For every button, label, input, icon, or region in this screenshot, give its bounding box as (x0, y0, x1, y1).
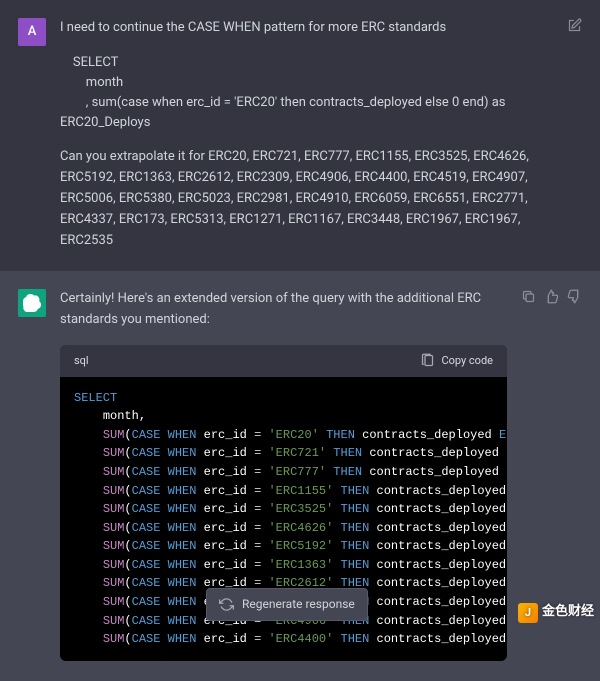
watermark-logo-icon: J (518, 603, 538, 623)
copy-icon[interactable] (521, 289, 536, 304)
watermark: J 金色财经 (518, 602, 594, 623)
clipboard-icon (420, 353, 435, 368)
copy-code-label: Copy code (441, 352, 493, 370)
code-lang-label: sql (74, 352, 89, 370)
user-sql-snippet: SELECT month , sum(case when erc_id = 'E… (60, 53, 553, 134)
user-avatar: A (18, 18, 46, 46)
assistant-avatar (18, 289, 46, 317)
user-ask: Can you extrapolate it for ERC20, ERC721… (60, 147, 553, 251)
copy-code-button[interactable]: Copy code (420, 352, 493, 370)
regenerate-button[interactable]: Regenerate response (206, 588, 368, 621)
thumbs-up-icon[interactable] (544, 289, 559, 304)
regenerate-label: Regenerate response (242, 595, 355, 614)
thumbs-down-icon[interactable] (567, 289, 582, 304)
watermark-text: 金色财经 (542, 602, 594, 623)
user-message: A I need to continue the CASE WHEN patte… (0, 0, 600, 271)
edit-icon[interactable] (567, 18, 582, 33)
code-header: sql Copy code (60, 345, 507, 377)
assistant-intro: Certainly! Here's an extended version of… (60, 289, 507, 331)
user-content: I need to continue the CASE WHEN pattern… (60, 18, 553, 251)
user-intro: I need to continue the CASE WHEN pattern… (60, 18, 553, 39)
refresh-icon (219, 597, 234, 612)
user-actions (567, 18, 582, 251)
